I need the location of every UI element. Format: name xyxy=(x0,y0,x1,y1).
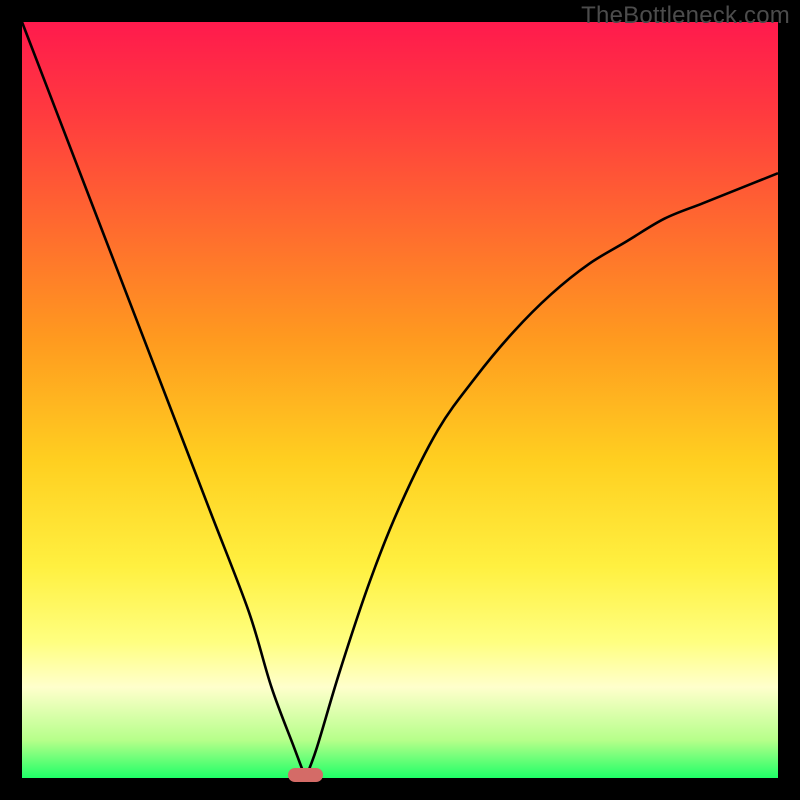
curve-left-branch xyxy=(22,22,306,778)
bottleneck-marker xyxy=(288,768,322,782)
bottleneck-curve xyxy=(22,22,778,778)
curve-right-branch xyxy=(306,173,779,778)
watermark-text: TheBottleneck.com xyxy=(581,2,790,30)
